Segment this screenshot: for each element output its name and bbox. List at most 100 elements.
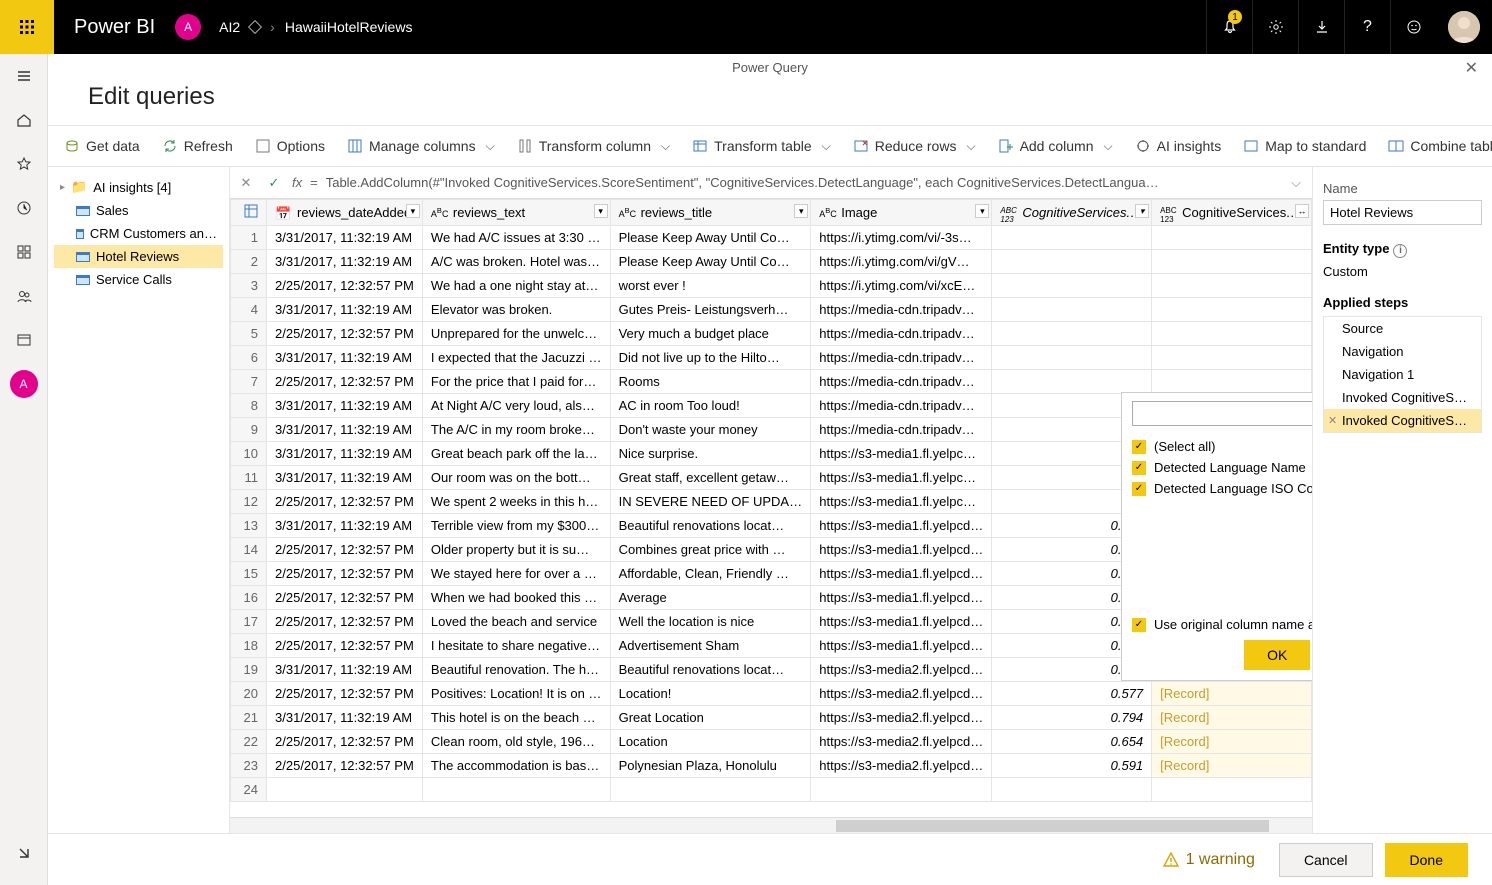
query-item[interactable]: Hotel Reviews [54,245,223,268]
formula-accept[interactable]: ✓ [264,175,284,191]
map-standard-label: Map to standard [1265,138,1366,154]
transform-table-button[interactable]: Transform table [690,134,833,158]
popup-search-input[interactable] [1132,401,1312,426]
query-item[interactable]: Service Calls [54,268,223,291]
query-item[interactable]: CRM Customers an… [54,222,223,245]
table-row[interactable]: 24 [231,778,1312,802]
cell-date: 2/25/2017, 12:32:57 PM [267,538,423,562]
scroll-thumb[interactable] [836,820,1269,832]
row-num-header[interactable] [231,200,267,226]
workspace-badge[interactable]: A [175,14,201,40]
checkbox-option-1[interactable]: ✓Detected Language Name [1132,457,1312,478]
delete-step-icon[interactable]: ✕ [1328,414,1337,427]
formula-cancel[interactable]: ✕ [236,175,256,191]
ai-insights-button[interactable]: AI insights [1133,134,1224,158]
cell-cs2 [1152,274,1312,298]
applied-step[interactable]: ✕Invoked CognitiveSer… [1324,409,1481,432]
filter-icon[interactable]: ▾ [594,204,608,218]
expand-column-icon[interactable]: ↔ [1295,204,1309,218]
table-row[interactable]: 43/31/2017, 11:32:19 AMElevator was brok… [231,298,1312,322]
table-row[interactable]: 222/25/2017, 12:32:57 PMClean room, old … [231,730,1312,754]
cell-date: 3/31/2017, 11:32:19 AM [267,706,423,730]
workspace-name[interactable]: AI2 [219,19,240,35]
col-header-image[interactable]: ABCImage▾ [811,200,992,226]
filter-icon[interactable]: ▾ [1135,204,1149,218]
nav-favorites[interactable] [0,142,48,186]
table-row[interactable]: 72/25/2017, 12:32:57 PMFor the price tha… [231,370,1312,394]
page: Power Query ✕ Edit queries Get data Refr… [48,54,1492,885]
add-column-button[interactable]: Add column [996,134,1115,158]
close-button[interactable]: ✕ [1465,58,1478,78]
col-header-date[interactable]: 📅reviews_dateAdded▾ [267,200,423,226]
get-data-button[interactable]: Get data [62,134,142,158]
warning-indicator[interactable]: 1 warning [1162,851,1255,869]
formula-expand[interactable]: ⌵ [1286,175,1306,191]
settings-button[interactable] [1252,0,1298,54]
query-item[interactable]: Sales [54,199,223,222]
applied-step[interactable]: Navigation 1 [1324,363,1481,386]
notifications-button[interactable]: 1 [1206,0,1252,54]
nav-shared[interactable] [0,274,48,318]
row-number: 3 [231,274,267,298]
popup-ok-button[interactable]: OK [1244,640,1310,670]
applied-step[interactable]: Source [1324,317,1481,340]
applied-step[interactable]: Navigation [1324,340,1481,363]
info-icon[interactable]: i [1393,244,1407,258]
cell-date: 3/31/2017, 11:32:19 AM [267,298,423,322]
horizontal-scrollbar[interactable] [230,817,1312,833]
row-number: 23 [231,754,267,778]
table-row[interactable]: 23/31/2017, 11:32:19 AMA/C was broken. H… [231,250,1312,274]
nav-recent[interactable] [0,186,48,230]
prefix-checkbox[interactable]: ✓Use original column name as prefix [1132,617,1312,632]
footer-cancel-button[interactable]: Cancel [1279,843,1373,877]
feedback-button[interactable] [1390,0,1436,54]
filter-icon[interactable]: ▾ [975,204,989,218]
manage-columns-button[interactable]: Manage columns [345,134,497,158]
download-button[interactable] [1298,0,1344,54]
refresh-button[interactable]: Refresh [160,134,235,158]
step-label: Navigation [1342,344,1403,359]
table-row[interactable]: 52/25/2017, 12:32:57 PMUnprepared for th… [231,322,1312,346]
cell-image: https://media-cdn.tripadv… [811,346,992,370]
footer: 1 warning Cancel Done [48,833,1492,885]
combine-tables-button[interactable]: Combine tables [1386,134,1492,158]
nav-expand[interactable] [0,831,48,875]
table-row[interactable]: 232/25/2017, 12:32:57 PMThe accommodatio… [231,754,1312,778]
table-row[interactable]: 202/25/2017, 12:32:57 PMPositives: Locat… [231,682,1312,706]
options-button[interactable]: Options [253,134,327,158]
select-all-checkbox[interactable]: ✓(Select all) [1132,436,1312,457]
queries-folder[interactable]: ▸ 📁 AI insights [4] [54,175,223,199]
help-button[interactable]: ? [1344,0,1390,54]
cell-cs2: [Record] [1152,706,1312,730]
map-standard-button[interactable]: Map to standard [1241,134,1368,158]
col-header-cs2[interactable]: ABC123CognitiveServices.…↔ [1152,200,1312,226]
col-header-title[interactable]: ABCreviews_title▾ [610,200,811,226]
text-type-icon: ABC [431,206,449,220]
footer-done-button[interactable]: Done [1385,843,1468,877]
applied-step[interactable]: Invoked CognitiveSer… [1324,386,1481,409]
checkbox-option-2[interactable]: ✓Detected Language ISO Code [1132,478,1312,499]
filter-icon[interactable]: ▾ [406,204,420,218]
table-row[interactable]: 13/31/2017, 11:32:19 AMWe had A/C issues… [231,226,1312,250]
table-row[interactable]: 63/31/2017, 11:32:19 AMI expected that t… [231,346,1312,370]
col-header-cs1[interactable]: ABC123CognitiveServices.…▾ [992,200,1152,226]
nav-current-workspace[interactable]: A [10,370,38,398]
text-type-icon: ABC [819,206,837,220]
query-name-input[interactable] [1323,200,1482,225]
row-number: 8 [231,394,267,418]
nav-home[interactable] [0,98,48,142]
formula-text[interactable]: Table.AddColumn(#"Invoked CognitiveServi… [326,175,1278,190]
table-row[interactable]: 213/31/2017, 11:32:19 AMThis hotel is on… [231,706,1312,730]
user-avatar[interactable] [1448,11,1480,43]
nav-apps[interactable] [0,230,48,274]
table-row[interactable]: 32/25/2017, 12:32:57 PMWe had a one nigh… [231,274,1312,298]
col-header-text[interactable]: ABCreviews_text▾ [422,200,610,226]
cell-cs1 [992,226,1152,250]
nav-menu-toggle[interactable] [0,54,48,98]
filter-icon[interactable]: ▾ [794,204,808,218]
transform-column-button[interactable]: Transform column [515,134,672,158]
app-launcher[interactable] [0,0,54,54]
nav-workspaces[interactable] [0,318,48,362]
reduce-rows-button[interactable]: Reduce rows [851,134,978,158]
breadcrumb-dataset[interactable]: HawaiiHotelReviews [285,19,413,35]
